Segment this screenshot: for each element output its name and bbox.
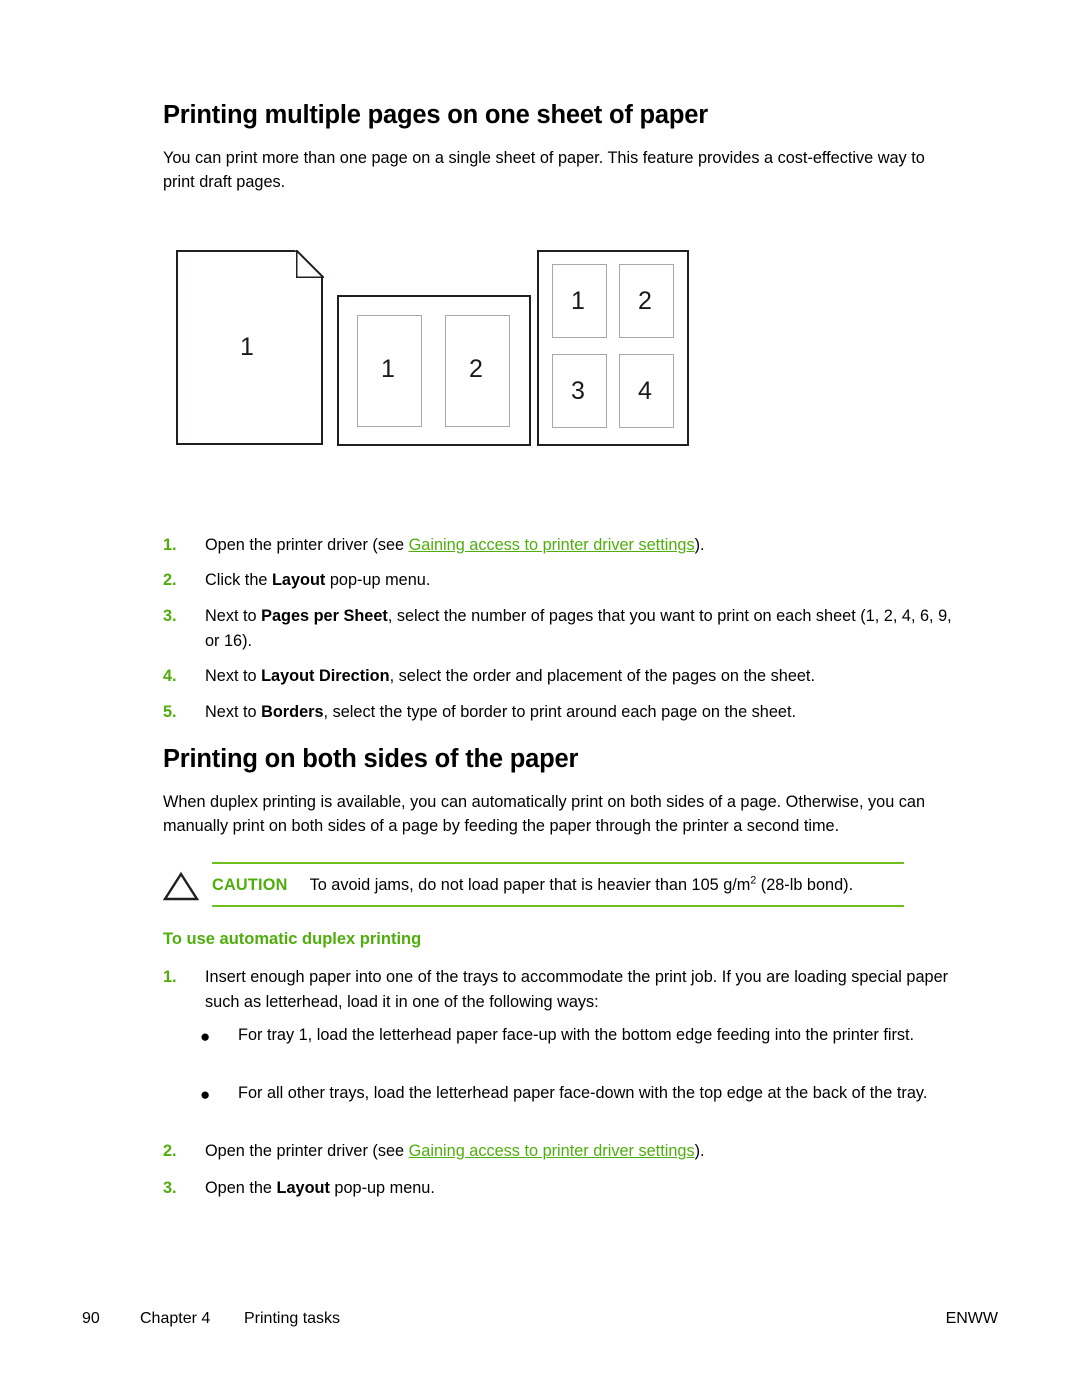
list-item-text: Click the Layout pop-up menu. (205, 568, 953, 593)
text-fragment: Open the printer driver (see (205, 536, 409, 554)
text-fragment: Open the printer driver (see (205, 1142, 409, 1160)
text-fragment: , select the type of border to print aro… (323, 703, 797, 721)
list-item-text: Open the printer driver (see Gaining acc… (205, 1139, 953, 1164)
sheet-4up-label-3: 3 (571, 377, 585, 405)
sheet-4up-label-1: 1 (571, 287, 585, 315)
sheet-2up-label-2: 2 (469, 355, 483, 383)
footer-chapter: Chapter 4 (140, 1310, 211, 1327)
text-fragment: ). (694, 536, 705, 554)
text-fragment: pop-up menu. (325, 571, 431, 589)
section2-intro-paragraph: When duplex printing is available, you c… (163, 793, 926, 835)
list-marker: 1. (163, 536, 177, 554)
list-item-text: Next to Layout Direction, select the ord… (205, 664, 953, 689)
list-item-s1-step-4: 4. Next to Layout Direction, select the … (163, 664, 953, 689)
list-item-text: Open the printer driver (see Gaining acc… (205, 533, 953, 558)
ui-term-pages-per-sheet: Pages per Sheet (261, 607, 388, 625)
section-heading-printing-multiple-pages: Printing multiple pages on one sheet of … (163, 101, 708, 129)
pages-per-sheet-illustration: 1 1 2 1 2 3 4 (176, 250, 696, 450)
figure-sheet-2up: 1 2 (337, 295, 531, 446)
caution-note: CAUTION To avoid jams, do not load paper… (212, 862, 904, 907)
link-gaining-access-to-printer-driver-settings[interactable]: Gaining access to printer driver setting… (409, 1142, 695, 1160)
footer-right-label: ENWW (945, 1310, 998, 1327)
subheading-to-use-automatic-duplex-printing: To use automatic duplex printing (163, 930, 422, 948)
list-marker: 3. (163, 1179, 177, 1197)
list-item-s2-bullet-1: ● For tray 1, load the letterhead paper … (200, 1023, 953, 1048)
list-item-s2-step-3: 3. Open the Layout pop-up menu. (163, 1176, 953, 1201)
footer-page-number: 90 (82, 1310, 100, 1327)
list-item-text: For all other trays, load the letterhead… (238, 1084, 928, 1102)
link-gaining-access-to-printer-driver-settings[interactable]: Gaining access to printer driver setting… (409, 536, 695, 554)
list-item-s1-step-3: 3. Next to Pages per Sheet, select the n… (163, 604, 953, 654)
text-fragment: Next to (205, 667, 262, 685)
list-item-text: Next to Pages per Sheet, select the numb… (205, 604, 953, 654)
ui-term-borders: Borders (261, 703, 324, 721)
caution-label: CAUTION (212, 876, 288, 894)
list-item-s1-step-2: 2. Click the Layout pop-up menu. (163, 568, 953, 593)
page-footer: 90 Chapter 4 Printing tasks ENWW (82, 1310, 998, 1334)
sheet-4up-label-4: 4 (638, 377, 652, 405)
list-item-text: For tray 1, load the letterhead paper fa… (238, 1026, 915, 1044)
text-fragment: (28-lb bond). (756, 876, 854, 894)
sheet-2up-label-1: 1 (381, 355, 395, 383)
list-item-text: Next to Borders, select the type of bord… (205, 700, 953, 725)
text-fragment: Click the (205, 571, 272, 589)
text-fragment: , select the order and placement of the … (389, 667, 815, 685)
ui-term-layout: Layout (271, 571, 326, 589)
text-fragment: pop-up menu. (329, 1179, 435, 1197)
list-marker: 5. (163, 703, 177, 721)
footer-chapter-title: Printing tasks (244, 1310, 341, 1327)
list-item-s1-step-5: 5. Next to Borders, select the type of b… (163, 700, 953, 725)
caution-rule-bottom (212, 905, 904, 907)
list-marker: 2. (163, 571, 177, 589)
ui-term-layout-direction: Layout Direction (261, 667, 390, 685)
caution-triangle-icon (163, 871, 199, 901)
figure-sheet-4up: 1 2 3 4 (537, 250, 689, 446)
list-marker: 2. (163, 1142, 177, 1160)
bullet-marker: ● (200, 1085, 211, 1104)
list-item-s1-step-1: 1. Open the printer driver (see Gaining … (163, 533, 953, 558)
list-item-s2-step-2: 2. Open the printer driver (see Gaining … (163, 1139, 953, 1164)
text-fragment: Next to (205, 607, 262, 625)
text-fragment: ). (694, 1142, 705, 1160)
bullet-marker: ● (200, 1027, 211, 1046)
list-marker: 3. (163, 607, 177, 625)
footer-left: 90 Chapter 4 Printing tasks (82, 1310, 340, 1328)
section1-intro-paragraph: You can print more than one page on a si… (163, 149, 925, 191)
list-item-s2-bullet-2: ● For all other trays, load the letterhe… (200, 1081, 953, 1106)
list-item-text: Open the Layout pop-up menu. (205, 1176, 953, 1201)
ui-term-layout: Layout (276, 1179, 330, 1197)
page-fold-corner-icon (296, 250, 324, 278)
figure-sheet-1up: 1 (176, 250, 324, 446)
sheet-1up-label-1: 1 (240, 333, 254, 361)
list-item-text: Insert enough paper into one of the tray… (205, 968, 949, 1011)
text-fragment: Open the (205, 1179, 277, 1197)
caution-text: To avoid jams, do not load paper that is… (310, 874, 904, 896)
text-fragment: Next to (205, 703, 262, 721)
section-heading-printing-both-sides: Printing on both sides of the paper (163, 745, 579, 773)
document-page: Printing multiple pages on one sheet of … (0, 0, 1080, 1397)
list-marker: 1. (163, 968, 177, 986)
text-fragment: To avoid jams, do not load paper that is… (309, 876, 751, 894)
list-marker: 4. (163, 667, 177, 685)
sheet-4up-label-2: 2 (638, 287, 652, 315)
list-item-s2-step-1: 1. Insert enough paper into one of the t… (163, 965, 953, 1015)
